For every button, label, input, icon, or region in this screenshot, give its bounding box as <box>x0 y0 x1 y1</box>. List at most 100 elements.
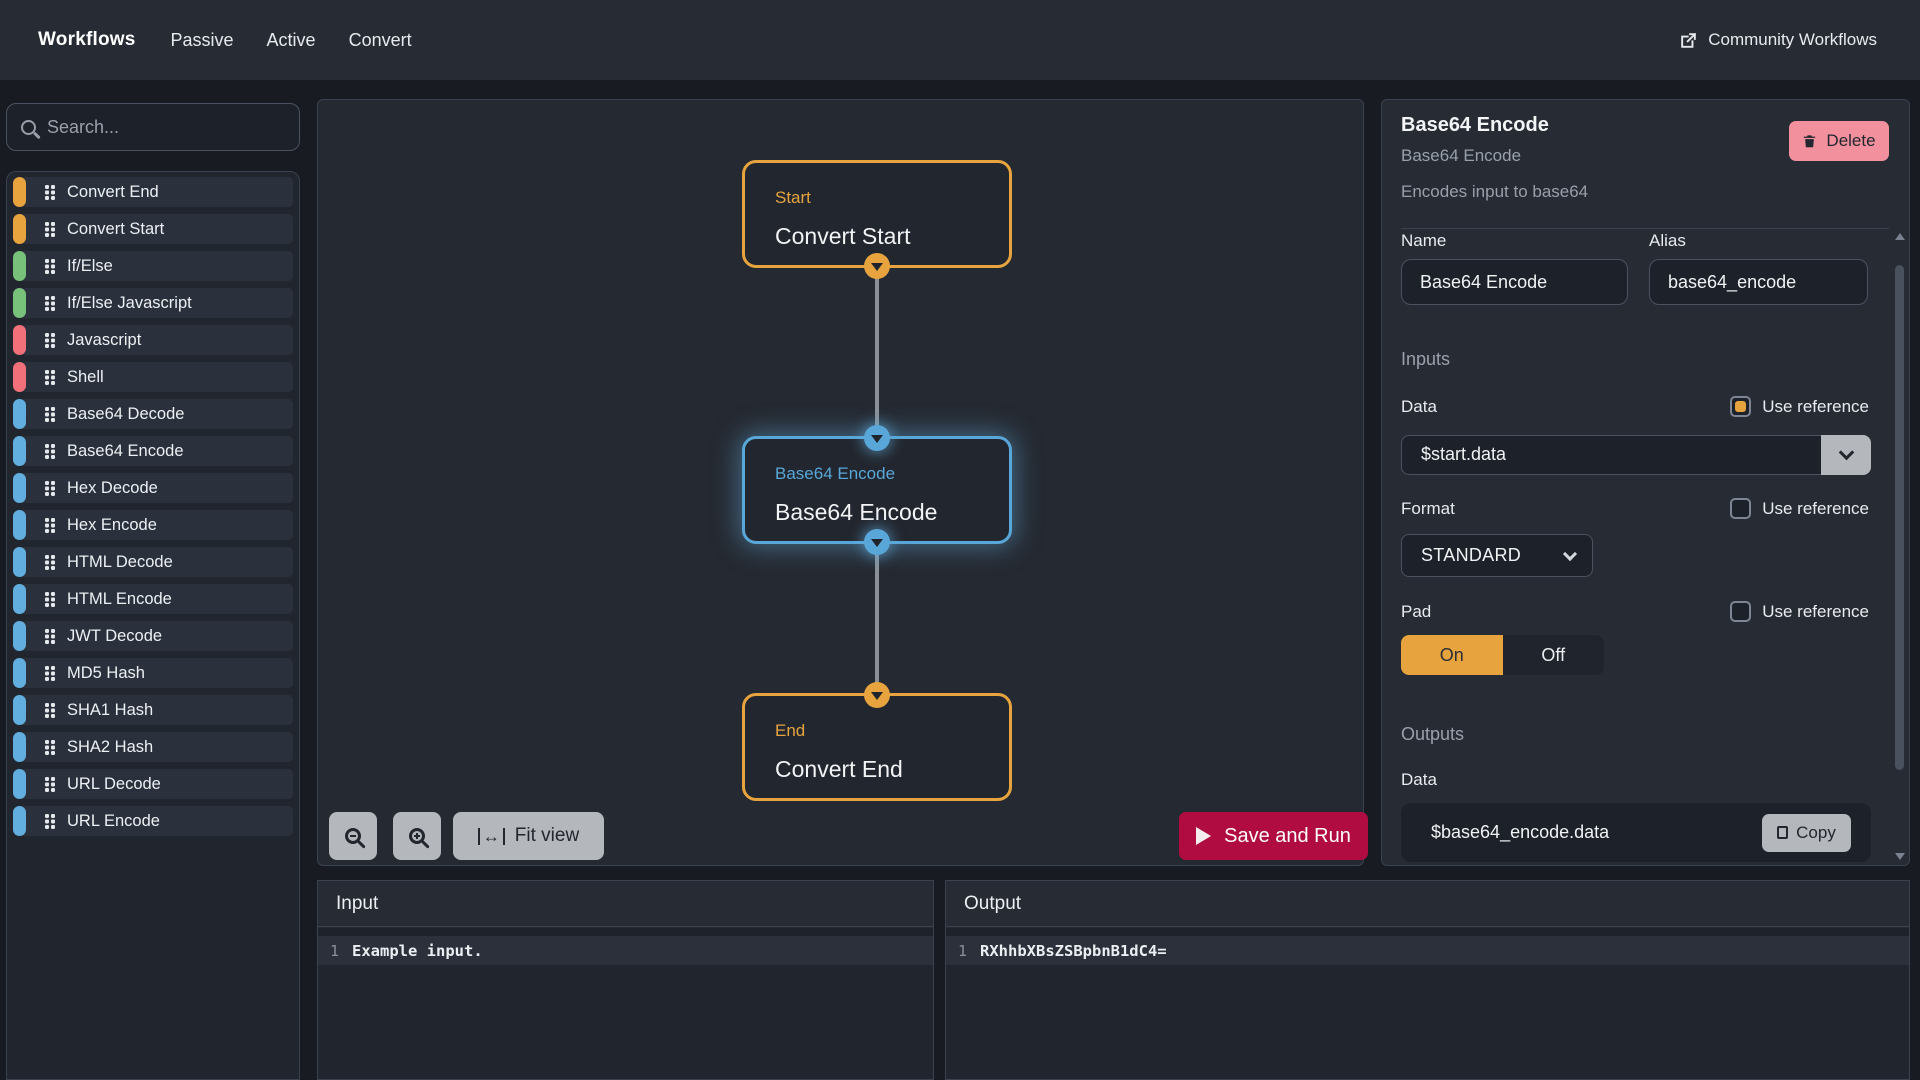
drag-handle-icon <box>45 443 49 448</box>
drag-handle-icon <box>45 813 49 818</box>
category-color-bar <box>13 177 26 207</box>
category-color-bar <box>13 510 26 540</box>
node-convert-end[interactable]: End Convert End <box>742 682 1012 801</box>
data-reference-select[interactable]: $start.data <box>1401 435 1871 475</box>
input-editor[interactable]: 1 Example input. <box>318 928 933 1079</box>
nav-tab-convert[interactable]: Convert <box>349 30 412 51</box>
zoom-out-button[interactable] <box>329 812 377 860</box>
category-color-bar <box>13 251 26 281</box>
search-placeholder: Search... <box>47 116 120 137</box>
drag-handle-icon <box>45 480 49 485</box>
palette-item-url-decode[interactable]: URL Decode <box>13 769 293 799</box>
delete-node-button[interactable]: Delete <box>1789 121 1889 161</box>
category-color-bar <box>13 288 26 318</box>
palette-item-convert-start[interactable]: Convert Start <box>13 214 293 244</box>
input-line-1[interactable]: 1 Example input. <box>318 936 933 965</box>
name-input[interactable] <box>1401 259 1628 305</box>
workflow-editor-app: Workflows Passive Active Convert Communi… <box>0 0 1920 1080</box>
line-number: 1 <box>330 941 340 960</box>
palette-item-url-encode[interactable]: URL Encode <box>13 806 293 836</box>
section-divider <box>1401 228 1889 229</box>
alias-input[interactable] <box>1649 259 1868 305</box>
data-use-reference-checkbox[interactable] <box>1730 396 1752 417</box>
category-color-bar <box>13 584 26 614</box>
category-color-bar <box>13 658 26 688</box>
save-and-run-button[interactable]: Save and Run <box>1179 812 1368 860</box>
nav-tab-passive[interactable]: Passive <box>171 30 234 51</box>
category-color-bar <box>13 621 26 651</box>
save-and-run-label: Save and Run <box>1224 824 1351 847</box>
palette-item-shell[interactable]: Shell <box>13 362 293 392</box>
palette-item-sha1-hash[interactable]: SHA1 Hash <box>13 695 293 725</box>
category-color-bar <box>13 473 26 503</box>
select-dropdown-button[interactable] <box>1821 435 1871 475</box>
zoom-in-button[interactable] <box>393 812 441 860</box>
output-port-icon[interactable] <box>864 253 890 279</box>
drag-handle-icon <box>45 184 49 189</box>
palette-item-jwt-decode[interactable]: JWT Decode <box>13 621 293 651</box>
inspector-description: Encodes input to base64 <box>1401 182 1589 201</box>
palette-item-md5-hash[interactable]: MD5 Hash <box>13 658 293 688</box>
node-kind-label: End <box>775 721 806 740</box>
copy-button[interactable]: Copy <box>1762 813 1851 852</box>
community-workflows-link[interactable]: Community Workflows <box>1679 30 1877 50</box>
drag-handle-icon <box>45 295 49 300</box>
format-use-reference-checkbox[interactable] <box>1730 498 1752 519</box>
palette-item-convert-end[interactable]: Convert End <box>13 177 293 207</box>
scroll-up-icon[interactable] <box>1895 233 1905 240</box>
pad-on-option[interactable]: On <box>1401 635 1503 675</box>
pad-label: Pad <box>1401 601 1432 621</box>
drag-handle-icon <box>45 554 49 559</box>
scroll-down-icon[interactable] <box>1895 853 1905 860</box>
inspector-form: Name Alias Inputs Data Use reference $st… <box>1382 232 1909 862</box>
palette-item-hex-encode[interactable]: Hex Encode <box>13 510 293 540</box>
drag-handle-icon <box>45 332 49 337</box>
palette-item-if-else[interactable]: If/Else <box>13 251 293 281</box>
node-title: Base64 Encode <box>775 499 938 525</box>
output-viewer[interactable]: 1 RXhhbXBsZSBpbnB1dC4= <box>946 928 1909 1079</box>
workflow-canvas[interactable]: Start Convert Start Base64 Encode Base64… <box>317 99 1368 866</box>
palette-item-hex-decode[interactable]: Hex Decode <box>13 473 293 503</box>
palette-item-base64-decode[interactable]: Base64 Decode <box>13 399 293 429</box>
nav-tab-active[interactable]: Active <box>267 30 316 51</box>
palette-item-html-decode[interactable]: HTML Decode <box>13 547 293 577</box>
use-reference-label: Use reference <box>1762 396 1869 416</box>
input-port-icon[interactable] <box>864 425 890 451</box>
data-reference-value: $start.data <box>1421 444 1507 464</box>
palette-item-base64-encode[interactable]: Base64 Encode <box>13 436 293 466</box>
output-line-1[interactable]: 1 RXhhbXBsZSBpbnB1dC4= <box>946 936 1909 965</box>
palette-item-sha2-hash[interactable]: SHA2 Hash <box>13 732 293 762</box>
trash-icon <box>1804 135 1816 148</box>
palette-item-html-encode[interactable]: HTML Encode <box>13 584 293 614</box>
drag-handle-icon <box>45 665 49 670</box>
node-palette: Convert End Convert Start If/Else If/Els… <box>6 171 300 1080</box>
scrollbar-thumb[interactable] <box>1895 265 1904 770</box>
copy-label: Copy <box>1796 822 1836 842</box>
delete-label: Delete <box>1826 131 1876 150</box>
pad-off-option[interactable]: Off <box>1502 635 1604 675</box>
line-text: Example input. <box>352 941 483 960</box>
inputs-heading: Inputs <box>1401 349 1451 369</box>
palette-item-javascript[interactable]: Javascript <box>13 325 293 355</box>
palette-item-if-else-javascript[interactable]: If/Else Javascript <box>13 288 293 318</box>
input-port-icon[interactable] <box>864 682 890 708</box>
category-color-bar <box>13 547 26 577</box>
fit-view-button[interactable]: ↔ Fit view <box>453 812 604 860</box>
inspector-scrollbar[interactable] <box>1894 231 1905 862</box>
format-select[interactable]: STANDARD <box>1401 534 1593 577</box>
drag-handle-icon <box>45 221 49 226</box>
category-color-bar <box>13 214 26 244</box>
chevron-down-icon <box>1838 444 1854 461</box>
copy-icon <box>1777 823 1798 840</box>
output-reference-box: $base64_encode.data Copy <box>1401 803 1871 862</box>
input-panel-title: Input <box>318 881 933 927</box>
pad-use-reference-checkbox[interactable] <box>1730 601 1752 622</box>
node-convert-start[interactable]: Start Convert Start <box>742 160 1012 279</box>
fit-view-icon: ↔ <box>477 827 505 845</box>
node-base64-encode[interactable]: Base64 Encode Base64 Encode <box>742 425 1012 555</box>
search-input[interactable]: Search... <box>6 103 300 151</box>
zoom-out-icon <box>345 828 361 844</box>
output-port-icon[interactable] <box>864 529 890 555</box>
nav-brand: Workflows <box>38 29 136 50</box>
category-color-bar <box>13 399 26 429</box>
